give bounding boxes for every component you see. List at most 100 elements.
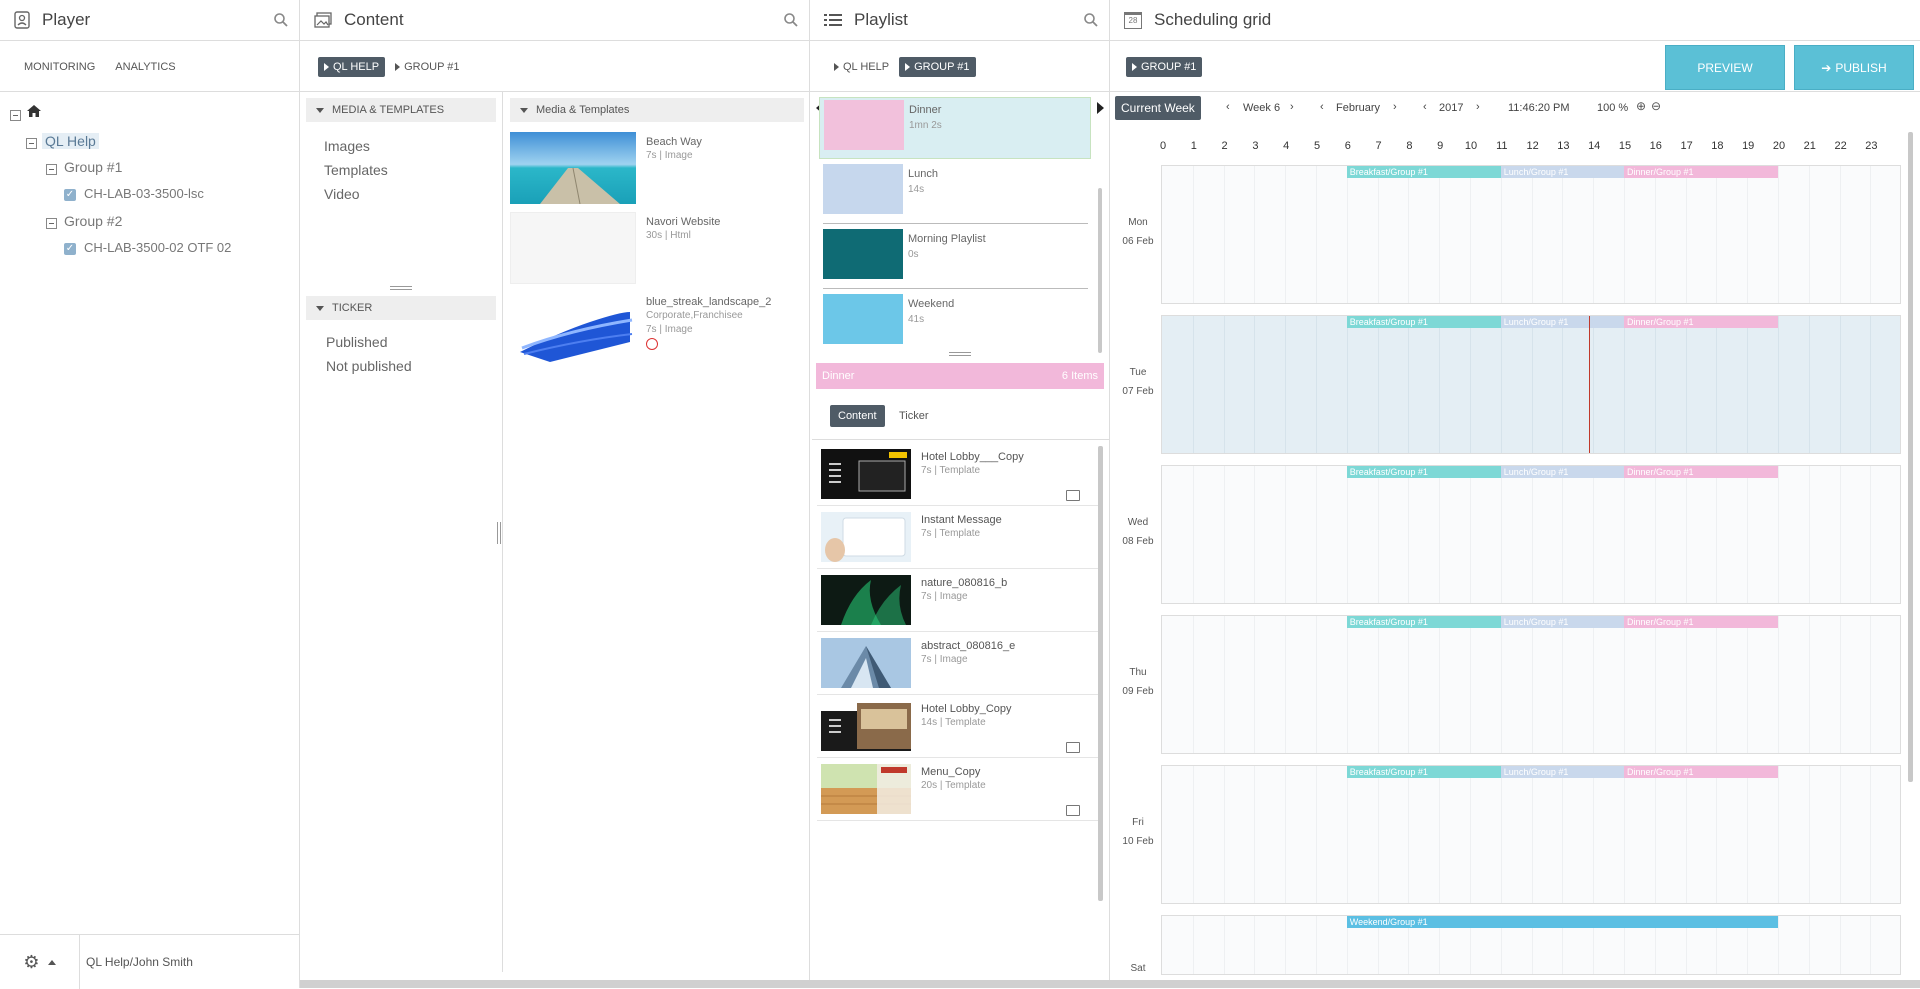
splitter-icon[interactable] — [497, 522, 501, 544]
schedule-title: Scheduling grid — [1154, 10, 1272, 29]
dinner-schedule-bar[interactable]: Dinner/Group #1 — [1624, 466, 1778, 478]
search-icon[interactable] — [783, 12, 799, 28]
cast-icon[interactable] — [1066, 805, 1080, 816]
lunch-schedule-bar[interactable]: Lunch/Group #1 — [1500, 616, 1624, 628]
caret-up-icon[interactable] — [47, 959, 56, 965]
media-item[interactable]: blue_streak_landscape_2 Corporate,Franch… — [510, 292, 800, 364]
weekend-schedule-bar[interactable]: Weekend/Group #1 — [1346, 916, 1778, 928]
playlist-scrollbar[interactable] — [1098, 188, 1102, 353]
dinner-schedule-bar[interactable]: Dinner/Group #1 — [1624, 166, 1778, 178]
playlist-items-scrollbar[interactable] — [1098, 446, 1103, 901]
media-item[interactable]: Navori Website 30s | Html — [510, 212, 800, 284]
prev-week-icon[interactable]: ‹ — [1226, 101, 1230, 113]
resize-handle-icon[interactable] — [949, 352, 971, 356]
breakfast-schedule-bar[interactable]: Breakfast/Group #1 — [1346, 466, 1501, 478]
hour-label: 16 — [1649, 140, 1662, 152]
tree-device-1[interactable]: CH-LAB-03-3500-lsc — [84, 186, 204, 201]
crumb-group-1[interactable]: GROUP #1 — [899, 56, 976, 77]
tab-ticker[interactable]: Ticker — [899, 405, 929, 427]
day-row[interactable]: Weekend/Group #1 — [1161, 915, 1901, 975]
search-icon[interactable] — [273, 12, 289, 28]
collapse-icon[interactable] — [10, 109, 21, 121]
playlist-item[interactable]: Hotel Lobby_Copy 14s | Template — [817, 695, 1100, 758]
resize-handle-icon[interactable] — [390, 286, 412, 290]
tab-content[interactable]: Content — [830, 405, 885, 427]
publish-button[interactable]: ➔ PUBLISH — [1794, 45, 1914, 90]
playlist-item[interactable]: Instant Message 7s | Template — [817, 506, 1100, 569]
prev-year-icon[interactable]: ‹ — [1423, 101, 1427, 113]
tree-device-2[interactable]: CH-LAB-3500-02 OTF 02 — [84, 240, 231, 255]
media-item[interactable]: Beach Way 7s | Image — [510, 132, 800, 205]
tab-analytics[interactable]: ANALYTICS — [115, 61, 175, 73]
lunch-schedule-bar[interactable]: Lunch/Group #1 — [1500, 316, 1624, 328]
checkbox-icon[interactable]: ✓ — [64, 189, 76, 202]
next-month-icon[interactable]: › — [1393, 101, 1397, 113]
tree-group-1[interactable]: Group #1 — [64, 159, 122, 175]
breakfast-schedule-bar[interactable]: Breakfast/Group #1 — [1346, 316, 1501, 328]
playlist-item[interactable]: nature_080816_b 7s | Image — [817, 569, 1100, 632]
crumb-group-1[interactable]: GROUP #1 — [1126, 56, 1203, 77]
tree-root[interactable]: QL Help — [42, 133, 99, 149]
next-week-icon[interactable]: › — [1290, 101, 1294, 113]
playlist-item[interactable]: Hotel Lobby___Copy 7s | Template — [817, 443, 1100, 506]
section-media-templates[interactable]: MEDIA & TEMPLATES — [306, 98, 496, 122]
day-row[interactable]: Breakfast/Group #1 Lunch/Group #1 Dinner/G… — [1161, 315, 1901, 454]
playlist-row[interactable]: Dinner 1mn 2s — [819, 97, 1091, 159]
breakfast-schedule-bar[interactable]: Breakfast/Group #1 — [1346, 616, 1501, 628]
cast-icon[interactable] — [1066, 742, 1080, 753]
playlist-row[interactable]: Morning Playlist 0s — [823, 227, 1088, 289]
tree-group-2[interactable]: Group #2 — [64, 213, 122, 229]
zoom-out-icon[interactable]: ⊖ — [1651, 99, 1661, 113]
link-not-published[interactable]: Not published — [300, 354, 500, 378]
playlist-swatch — [824, 100, 904, 150]
checkbox-icon[interactable]: ✓ — [64, 243, 76, 256]
schedule-scrollbar[interactable] — [1908, 132, 1913, 782]
beach-thumbnail — [510, 132, 636, 205]
home-icon[interactable] — [26, 104, 42, 118]
breakfast-schedule-bar[interactable]: Breakfast/Group #1 — [1346, 166, 1501, 178]
dinner-schedule-bar[interactable]: Dinner/Group #1 — [1624, 316, 1778, 328]
item-meta: 20s | Template — [921, 780, 986, 791]
collapse-icon[interactable] — [26, 137, 37, 149]
link-images[interactable]: Images — [300, 134, 502, 158]
media-list-header[interactable]: Media & Templates — [510, 98, 804, 122]
crumb-ql-help[interactable]: QL HELP — [318, 56, 386, 77]
dinner-schedule-bar[interactable]: Dinner/Group #1 — [1624, 766, 1778, 778]
day-label: Wed 08 Feb — [1122, 517, 1154, 547]
link-published[interactable]: Published — [300, 330, 500, 354]
next-arrow-icon[interactable] — [1097, 102, 1104, 114]
dinner-schedule-bar[interactable]: Dinner/Group #1 — [1624, 616, 1778, 628]
zoom-in-icon[interactable]: ⊕ — [1636, 99, 1646, 113]
tab-monitoring[interactable]: MONITORING — [24, 61, 95, 73]
hour-label: 1 — [1190, 140, 1197, 152]
playlist-row[interactable]: Weekend 41s — [823, 292, 1088, 354]
link-video[interactable]: Video — [300, 182, 502, 206]
next-year-icon[interactable]: › — [1476, 101, 1480, 113]
current-week-button[interactable]: Current Week — [1115, 96, 1201, 120]
prev-month-icon[interactable]: ‹ — [1320, 101, 1324, 113]
collapse-icon[interactable] — [46, 217, 57, 229]
playlist-item[interactable]: abstract_080816_e 7s | Image — [817, 632, 1100, 695]
playlist-row[interactable]: Lunch 14s — [823, 162, 1088, 224]
calendar-icon: 28 — [1124, 11, 1142, 29]
section-ticker[interactable]: TICKER — [306, 296, 496, 320]
day-row[interactable]: Breakfast/Group #1 Lunch/Group #1 Dinner/G… — [1161, 615, 1901, 754]
playlist-item[interactable]: Menu_Copy 20s | Template — [817, 758, 1100, 821]
day-row[interactable]: Breakfast/Group #1 Lunch/Group #1 Dinner/G… — [1161, 165, 1901, 304]
gear-icon[interactable]: ⚙ — [23, 952, 39, 973]
preview-button[interactable]: PREVIEW — [1665, 45, 1785, 90]
horizontal-scrollbar[interactable] — [300, 980, 1920, 988]
player-icon — [14, 11, 30, 29]
cast-icon[interactable] — [1066, 490, 1080, 501]
lunch-schedule-bar[interactable]: Lunch/Group #1 — [1500, 466, 1624, 478]
link-templates[interactable]: Templates — [300, 158, 502, 182]
collapse-icon[interactable] — [46, 163, 57, 175]
search-icon[interactable] — [1083, 12, 1099, 28]
crumb-group-1[interactable]: GROUP #1 — [389, 57, 465, 77]
crumb-ql-help[interactable]: QL HELP — [828, 57, 895, 77]
day-row[interactable]: Breakfast/Group #1 Lunch/Group #1 Dinner/G… — [1161, 465, 1901, 604]
day-row[interactable]: Breakfast/Group #1 Lunch/Group #1 Dinner/G… — [1161, 765, 1901, 904]
lunch-schedule-bar[interactable]: Lunch/Group #1 — [1500, 766, 1624, 778]
lunch-schedule-bar[interactable]: Lunch/Group #1 — [1500, 166, 1624, 178]
breakfast-schedule-bar[interactable]: Breakfast/Group #1 — [1346, 766, 1501, 778]
